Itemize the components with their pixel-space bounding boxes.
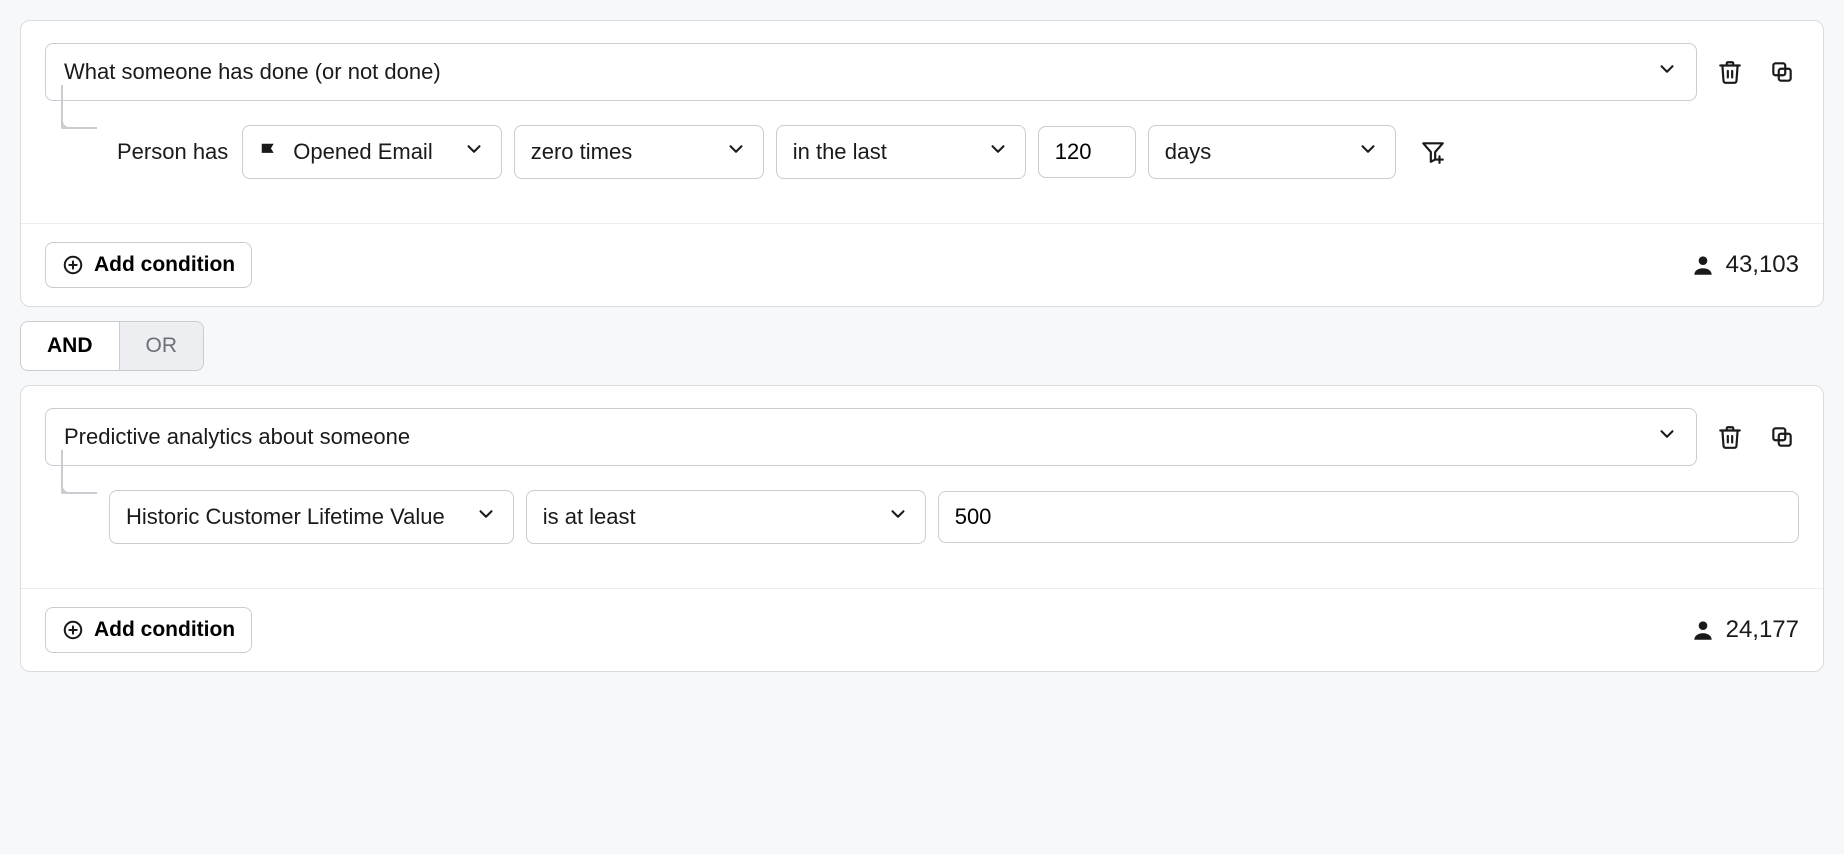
group-header-row: What someone has done (or not done) bbox=[45, 43, 1799, 101]
chevron-down-icon bbox=[887, 503, 909, 531]
chevron-down-icon bbox=[725, 138, 747, 166]
tree-connector bbox=[45, 85, 97, 133]
group-count: 24,177 bbox=[1690, 616, 1799, 644]
attribute-select[interactable]: Historic Customer Lifetime Value bbox=[109, 490, 514, 544]
trash-icon bbox=[1717, 424, 1743, 450]
chevron-down-icon bbox=[475, 503, 497, 531]
copy-icon bbox=[1769, 424, 1795, 450]
condition-type-label: Predictive analytics about someone bbox=[64, 424, 410, 450]
person-icon bbox=[1690, 617, 1716, 643]
flag-icon bbox=[259, 141, 281, 163]
group-count-value: 24,177 bbox=[1726, 616, 1799, 644]
group-count-value: 43,103 bbox=[1726, 251, 1799, 279]
condition-group: Predictive analytics about someone Histo… bbox=[20, 385, 1824, 672]
comparator-label: zero times bbox=[531, 139, 632, 165]
delete-group-button[interactable] bbox=[1713, 420, 1747, 454]
group-header-row: Predictive analytics about someone bbox=[45, 408, 1799, 466]
delete-group-button[interactable] bbox=[1713, 55, 1747, 89]
logic-and-button[interactable]: AND bbox=[21, 322, 119, 370]
logic-operator-row: AND OR bbox=[20, 321, 1824, 371]
group-footer: Add condition 43,103 bbox=[45, 224, 1799, 306]
condition-group: What someone has done (or not done) Pers… bbox=[20, 20, 1824, 307]
attribute-label: Historic Customer Lifetime Value bbox=[126, 504, 445, 530]
chevron-down-icon bbox=[1656, 58, 1678, 86]
operator-label: is at least bbox=[543, 504, 636, 530]
condition-type-label: What someone has done (or not done) bbox=[64, 59, 441, 85]
add-condition-button[interactable]: Add condition bbox=[45, 607, 252, 653]
timeframe-value-input[interactable] bbox=[1038, 126, 1136, 178]
condition-row: Person has Opened Email zero times in th… bbox=[45, 125, 1799, 223]
group-count: 43,103 bbox=[1690, 251, 1799, 279]
tree-connector bbox=[45, 450, 97, 498]
person-icon bbox=[1690, 252, 1716, 278]
chevron-down-icon bbox=[1656, 423, 1678, 451]
add-condition-label: Add condition bbox=[94, 618, 235, 642]
comparator-select[interactable]: zero times bbox=[514, 125, 764, 179]
plus-circle-icon bbox=[62, 254, 84, 276]
chevron-down-icon bbox=[1357, 138, 1379, 166]
timeframe-unit-label: days bbox=[1165, 139, 1211, 165]
duplicate-group-button[interactable] bbox=[1765, 55, 1799, 89]
metric-select[interactable]: Opened Email bbox=[242, 125, 501, 179]
timeframe-label: in the last bbox=[793, 139, 887, 165]
logic-or-button[interactable]: OR bbox=[119, 322, 204, 370]
timeframe-unit-select[interactable]: days bbox=[1148, 125, 1396, 179]
filter-plus-icon bbox=[1420, 139, 1446, 165]
add-condition-label: Add condition bbox=[94, 253, 235, 277]
copy-icon bbox=[1769, 59, 1795, 85]
add-filter-button[interactable] bbox=[1416, 135, 1450, 169]
condition-row: Historic Customer Lifetime Value is at l… bbox=[45, 490, 1799, 588]
value-input[interactable] bbox=[938, 491, 1799, 543]
plus-circle-icon bbox=[62, 619, 84, 641]
chevron-down-icon bbox=[463, 138, 485, 166]
condition-type-select[interactable]: What someone has done (or not done) bbox=[45, 43, 1697, 101]
operator-select[interactable]: is at least bbox=[526, 490, 926, 544]
prefix-label: Person has bbox=[117, 139, 228, 165]
timeframe-select[interactable]: in the last bbox=[776, 125, 1026, 179]
trash-icon bbox=[1717, 59, 1743, 85]
logic-toggle: AND OR bbox=[20, 321, 204, 371]
condition-type-select[interactable]: Predictive analytics about someone bbox=[45, 408, 1697, 466]
duplicate-group-button[interactable] bbox=[1765, 420, 1799, 454]
add-condition-button[interactable]: Add condition bbox=[45, 242, 252, 288]
group-footer: Add condition 24,177 bbox=[45, 589, 1799, 671]
chevron-down-icon bbox=[987, 138, 1009, 166]
metric-label: Opened Email bbox=[293, 139, 432, 165]
